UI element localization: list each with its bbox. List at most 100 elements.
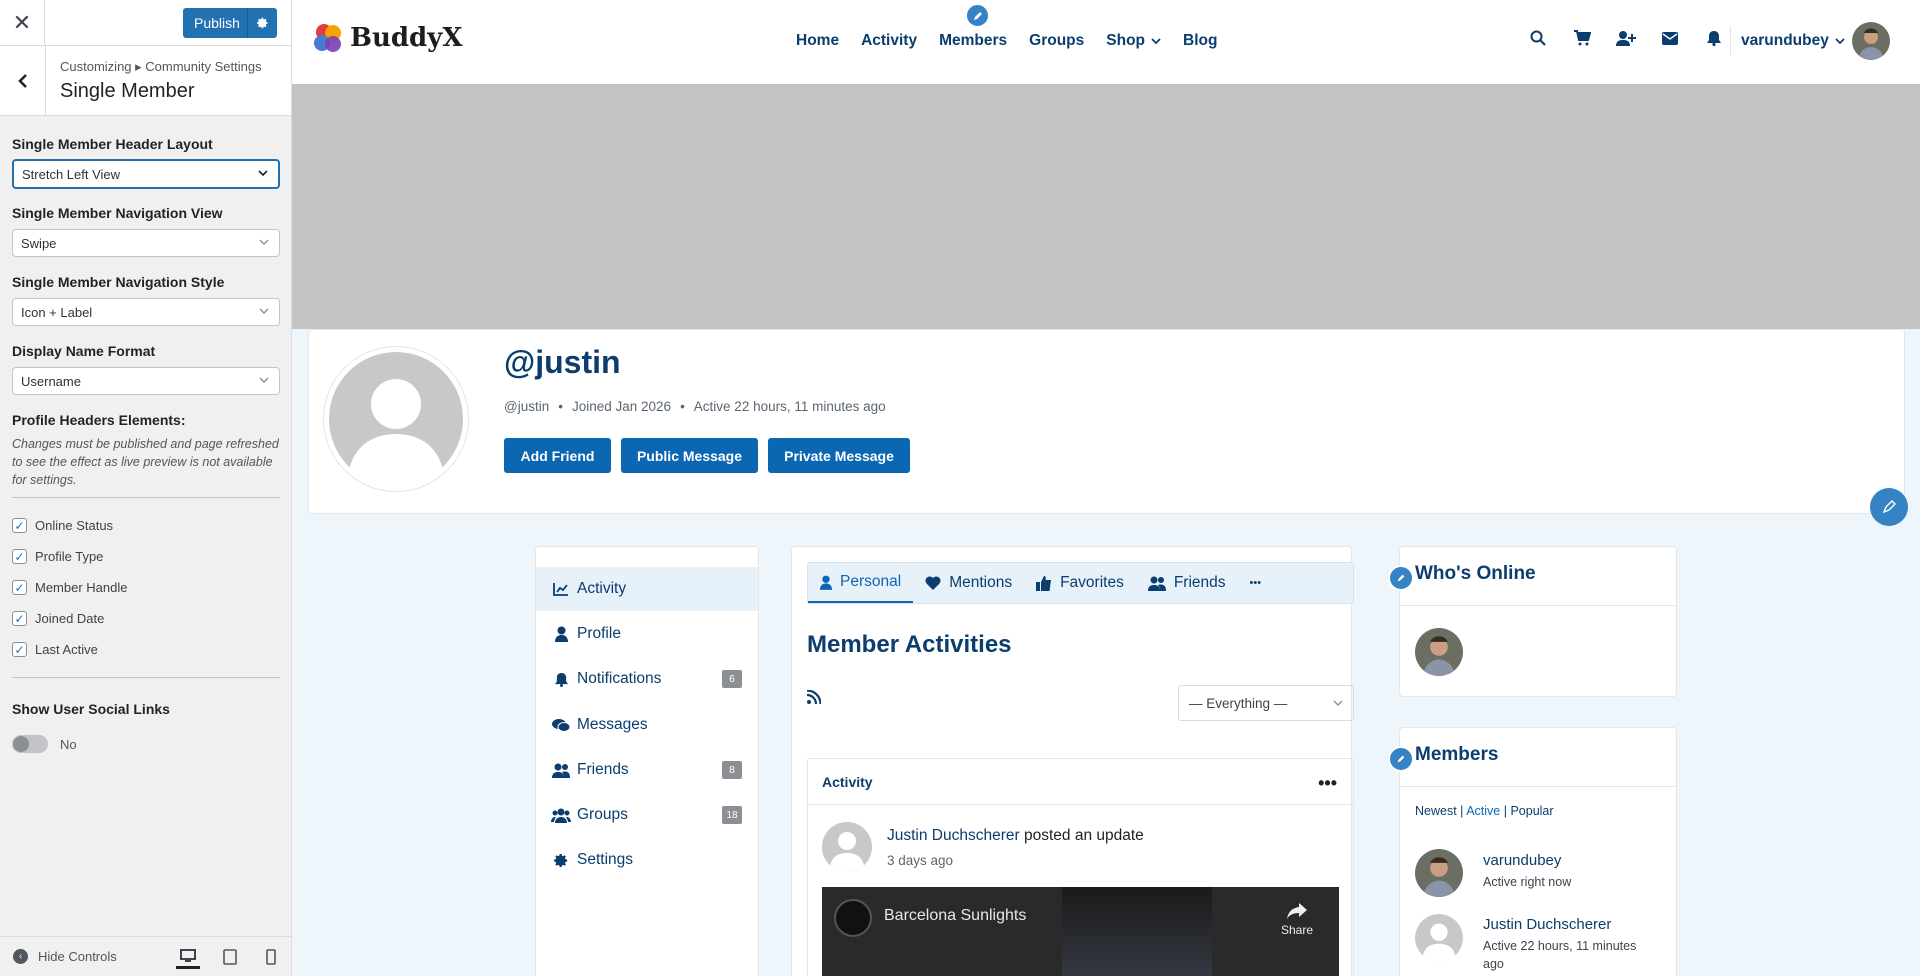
members-tab-newest[interactable]: Newest	[1415, 804, 1457, 818]
social-links-value: No	[60, 737, 77, 752]
add-friend-button[interactable]: Add Friend	[504, 438, 611, 473]
close-icon[interactable]: ✕	[0, 0, 45, 46]
checkbox-profile-type[interactable]: ✓ Profile Type	[12, 549, 103, 564]
member-nav-groups[interactable]: Groups 18	[536, 793, 758, 837]
checkbox-joined-date[interactable]: ✓ Joined Date	[12, 611, 104, 626]
activity-time[interactable]: 3 days ago	[887, 853, 953, 868]
rss-icon[interactable]	[806, 689, 822, 709]
tab-mentions[interactable]: Mentions	[913, 563, 1024, 603]
tab-favorites[interactable]: Favorites	[1024, 563, 1136, 603]
more-options-icon[interactable]: •••	[1318, 773, 1337, 794]
cart-icon[interactable]	[1560, 30, 1604, 46]
share-label: Share	[1280, 923, 1313, 937]
member-avatar[interactable]	[1415, 849, 1463, 897]
floating-action-button[interactable]	[1870, 488, 1908, 526]
hide-controls-label: Hide Controls	[38, 949, 117, 964]
search-icon[interactable]	[1516, 30, 1560, 46]
checkmark-icon[interactable]: ✓	[12, 518, 27, 533]
video-embed[interactable]: Barcelona Sunlights Share	[822, 887, 1339, 976]
share-arrow-icon	[1286, 903, 1307, 919]
nav-shop-label: Shop	[1106, 32, 1146, 49]
activity-filter-select[interactable]: — Everything —	[1178, 685, 1354, 721]
member-nav-friends[interactable]: Friends 8	[536, 748, 758, 792]
navigation-view-select[interactable]: Swipe	[12, 229, 280, 257]
member-nav-label: Activity	[577, 580, 627, 597]
groups-count-badge: 18	[722, 806, 742, 824]
add-friend-icon[interactable]	[1604, 30, 1648, 46]
channel-logo-icon	[834, 899, 872, 937]
separator: •	[558, 399, 563, 414]
checkbox-member-handle[interactable]: ✓ Member Handle	[12, 580, 128, 595]
divider	[12, 497, 280, 498]
header-layout-select[interactable]: Stretch Left View	[12, 159, 280, 189]
publish-button[interactable]: Publish	[183, 8, 277, 38]
activity-author-link[interactable]: Justin Duchscherer	[887, 827, 1020, 844]
navigation-view-label: Single Member Navigation View	[12, 205, 223, 221]
checkbox-online-status[interactable]: ✓ Online Status	[12, 518, 113, 533]
social-links-toggle[interactable]	[12, 735, 48, 753]
desktop-preview-icon[interactable]	[176, 945, 200, 969]
section-header: Customizing ▸ Community Settings Single …	[0, 46, 291, 116]
edit-pencil-icon[interactable]	[1388, 746, 1414, 772]
tab-friends[interactable]: Friends	[1136, 563, 1238, 603]
members-tab-popular[interactable]: Popular	[1510, 804, 1553, 818]
activity-author-avatar[interactable]	[822, 822, 872, 872]
share-button[interactable]: Share	[1281, 902, 1313, 937]
tab-label: Mentions	[949, 574, 1013, 591]
video-thumbnail	[1062, 887, 1212, 976]
back-arrow-icon[interactable]	[0, 46, 46, 116]
gear-icon[interactable]	[247, 8, 277, 38]
member-nav-label: Groups	[577, 806, 628, 823]
checkmark-icon[interactable]: ✓	[12, 549, 27, 564]
nav-shop[interactable]: Shop	[1106, 32, 1161, 50]
site-logo[interactable]: BuddyX	[312, 22, 463, 54]
member-nav-messages[interactable]: Messages	[536, 703, 758, 747]
activity-item: Activity ••• Justin Duchscherer posted a…	[807, 758, 1354, 976]
whos-online-title: Who's Online	[1415, 563, 1536, 584]
chevron-down-icon	[259, 239, 269, 245]
cover-image	[292, 84, 1920, 329]
checkmark-icon[interactable]: ✓	[12, 580, 27, 595]
online-member-avatar[interactable]	[1415, 628, 1463, 676]
hide-controls-button[interactable]: ‹ Hide Controls	[13, 949, 117, 964]
member-nav-notifications[interactable]: Notifications 6	[536, 657, 758, 701]
nav-home[interactable]: Home	[796, 32, 839, 50]
member-name-link[interactable]: varundubey	[1483, 852, 1561, 869]
nav-activity[interactable]: Activity	[861, 32, 917, 50]
member-name-link[interactable]: Justin Duchscherer	[1483, 916, 1611, 933]
checkbox-label: Joined Date	[35, 611, 105, 626]
nav-groups[interactable]: Groups	[1029, 32, 1084, 50]
user-avatar[interactable]	[1852, 22, 1890, 60]
member-nav-label: Profile	[577, 625, 621, 642]
checkmark-icon[interactable]: ✓	[12, 611, 27, 626]
members-filter-links: Newest | Active | Popular	[1415, 804, 1554, 818]
edit-pencil-icon[interactable]	[1388, 565, 1414, 591]
user-icon	[820, 575, 832, 590]
public-message-button[interactable]: Public Message	[621, 438, 758, 473]
navigation-style-select[interactable]: Icon + Label	[12, 298, 280, 326]
display-name-select[interactable]: Username	[12, 367, 280, 395]
members-tab-active[interactable]: Active	[1466, 804, 1500, 818]
tab-personal[interactable]: Personal	[808, 563, 914, 603]
nav-members[interactable]: Members	[939, 32, 1007, 50]
private-message-button[interactable]: Private Message	[768, 438, 910, 473]
edit-pencil-icon[interactable]	[965, 3, 990, 28]
chevron-down-icon	[259, 377, 269, 383]
envelope-icon[interactable]	[1648, 31, 1692, 45]
member-avatar[interactable]	[1415, 914, 1463, 962]
member-nav-activity[interactable]: Activity	[536, 567, 758, 611]
mobile-preview-icon[interactable]	[259, 945, 283, 969]
chevron-down-icon	[259, 308, 269, 314]
member-nav-label: Notifications	[577, 670, 662, 687]
tab-label: Favorites	[1060, 574, 1124, 591]
nav-blog[interactable]: Blog	[1183, 32, 1217, 50]
checkmark-icon[interactable]: ✓	[12, 642, 27, 657]
member-nav-profile[interactable]: Profile	[536, 612, 758, 656]
friends-icon	[551, 763, 571, 778]
member-nav-settings[interactable]: Settings	[536, 838, 758, 882]
more-tabs-button[interactable]: •••	[1238, 563, 1274, 603]
chevron-down-icon	[258, 170, 268, 177]
checkbox-last-active[interactable]: ✓ Last Active	[12, 642, 98, 657]
tablet-preview-icon[interactable]	[218, 945, 242, 969]
user-menu[interactable]: varundubey	[1741, 32, 1845, 50]
